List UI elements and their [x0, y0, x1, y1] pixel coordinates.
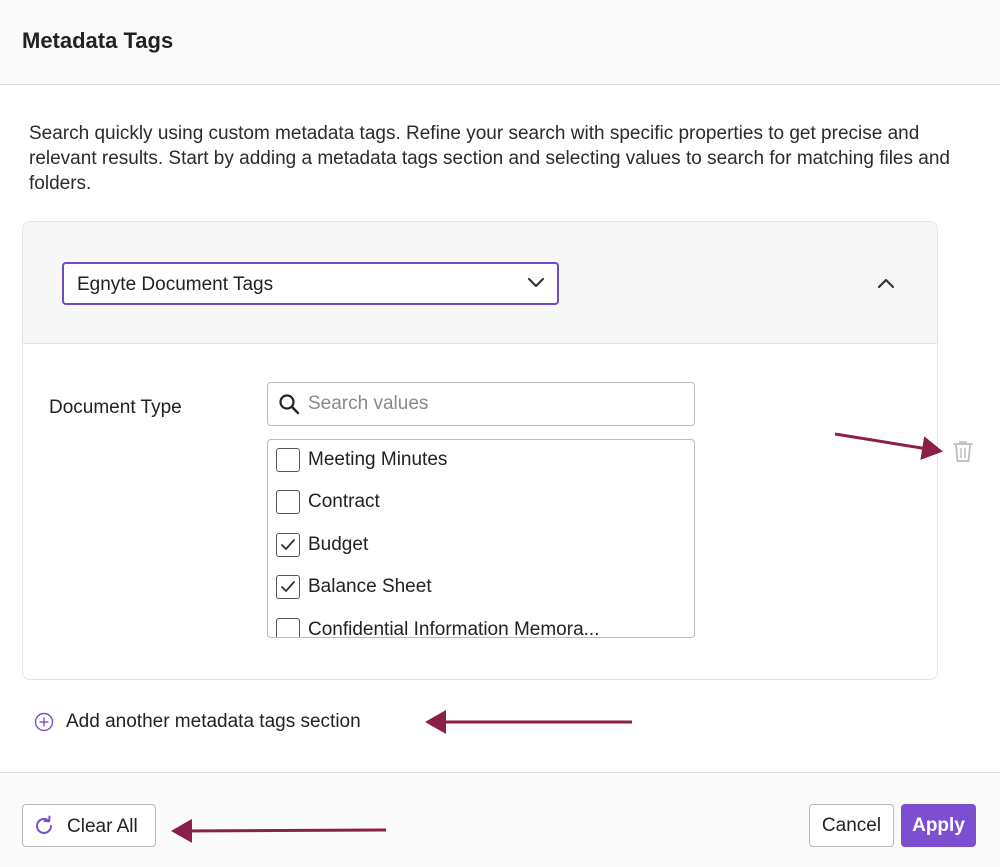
field-label-document-type: Document Type: [49, 397, 182, 418]
list-item[interactable]: Balance Sheet: [276, 572, 676, 602]
chevron-down-icon: [527, 277, 545, 288]
dialog-footer: Clear All Cancel Apply: [0, 772, 1000, 867]
list-item[interactable]: Confidential Information Memora...: [276, 615, 676, 638]
add-section-label: Add another metadata tags section: [66, 711, 361, 732]
dialog-description: Search quickly using custom metadata tag…: [29, 123, 950, 194]
dialog-header: Metadata Tags: [0, 0, 1000, 85]
metadata-section-card: Egnyte Document Tags Document Type Meeti…: [22, 221, 938, 680]
cancel-button[interactable]: Cancel: [809, 804, 894, 847]
list-item-label: Budget: [308, 534, 369, 555]
list-item[interactable]: Meeting Minutes: [276, 445, 676, 475]
clear-all-button[interactable]: Clear All: [22, 804, 156, 847]
search-values-box: [267, 382, 695, 426]
checkbox[interactable]: [276, 533, 300, 557]
search-values-input[interactable]: [308, 389, 678, 419]
checkbox[interactable]: [276, 575, 300, 599]
search-icon: [279, 394, 300, 415]
list-item[interactable]: Budget: [276, 530, 676, 560]
list-item-label: Meeting Minutes: [308, 449, 448, 470]
list-item-label: Contract: [308, 491, 380, 512]
check-icon: [281, 581, 295, 592]
apply-button[interactable]: Apply: [901, 804, 976, 847]
list-item-label: Confidential Information Memora...: [308, 619, 600, 638]
checkbox[interactable]: [276, 448, 300, 472]
metadata-section-header: Egnyte Document Tags: [23, 222, 937, 344]
trash-icon[interactable]: [952, 439, 974, 463]
refresh-icon: [36, 815, 52, 834]
metadata-tag-select[interactable]: Egnyte Document Tags: [62, 262, 559, 305]
checkbox[interactable]: [276, 618, 300, 637]
checkbox[interactable]: [276, 490, 300, 514]
list-item-label: Balance Sheet: [308, 576, 432, 597]
check-icon: [281, 539, 295, 550]
values-list[interactable]: Meeting Minutes Contract Budget Balance …: [267, 439, 695, 638]
clear-all-label: Clear All: [67, 816, 138, 837]
dialog-title: Metadata Tags: [22, 28, 174, 53]
list-item[interactable]: Contract: [276, 487, 676, 517]
plus-circle-icon: [34, 712, 54, 732]
chevron-up-icon[interactable]: [875, 272, 897, 294]
metadata-tag-select-value: Egnyte Document Tags: [77, 274, 274, 295]
